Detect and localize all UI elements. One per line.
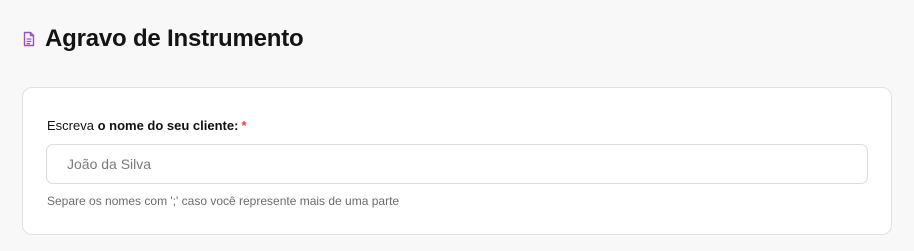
document-icon [22, 31, 36, 47]
client-name-label: Escreva o nome do seu cliente: * [47, 118, 247, 134]
client-name-label-prefix: Escreva [47, 118, 98, 133]
client-name-input[interactable] [46, 144, 868, 184]
client-name-label-bold: o nome do seu cliente: [97, 118, 239, 133]
client-name-helper-text: Separe os nomes com ';' caso você repres… [47, 194, 400, 208]
required-asterisk: * [241, 118, 247, 133]
page: Agravo de Instrumento Escreva o nome do … [0, 0, 914, 251]
page-title: Agravo de Instrumento [45, 25, 304, 52]
client-name-card: Escreva o nome do seu cliente:* Separe o… [22, 87, 892, 235]
page-header: Agravo de Instrumento [22, 24, 304, 54]
